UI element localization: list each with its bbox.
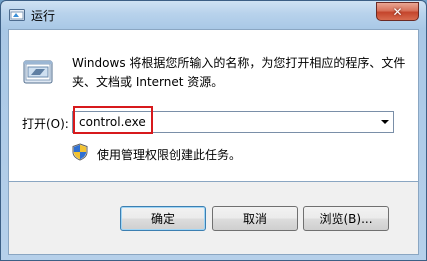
- ok-button[interactable]: 确定: [120, 206, 206, 231]
- open-combobox[interactable]: [72, 111, 394, 133]
- dialog-content: Windows 将根据您所输入的名称，为您打开相应的程序、文件夹、文档或 Int…: [8, 29, 419, 182]
- chevron-down-icon[interactable]: [381, 120, 389, 124]
- close-icon: ✕: [392, 4, 403, 19]
- close-button[interactable]: ✕: [376, 2, 419, 21]
- cancel-button[interactable]: 取消: [212, 206, 298, 231]
- open-label: 打开(O):: [22, 117, 69, 131]
- run-icon: [23, 60, 53, 84]
- run-app-icon: [9, 9, 25, 21]
- run-dialog-window: 运行 ✕ Windows 将根据您所输入的名称，为您打开相应的程序、文件夹、文档…: [0, 0, 427, 261]
- command-input[interactable]: [79, 114, 369, 130]
- browse-button[interactable]: 浏览(B)...: [303, 206, 389, 231]
- dialog-footer: 确定 取消 浏览(B)...: [8, 182, 419, 255]
- title-bar[interactable]: 运行 ✕: [1, 1, 426, 29]
- admin-note: 使用管理权限创建此任务。: [97, 148, 242, 162]
- shield-icon: [72, 143, 88, 161]
- dialog-description: Windows 将根据您所输入的名称，为您打开相应的程序、文件夹、文档或 Int…: [72, 56, 406, 89]
- window-title: 运行: [31, 9, 56, 23]
